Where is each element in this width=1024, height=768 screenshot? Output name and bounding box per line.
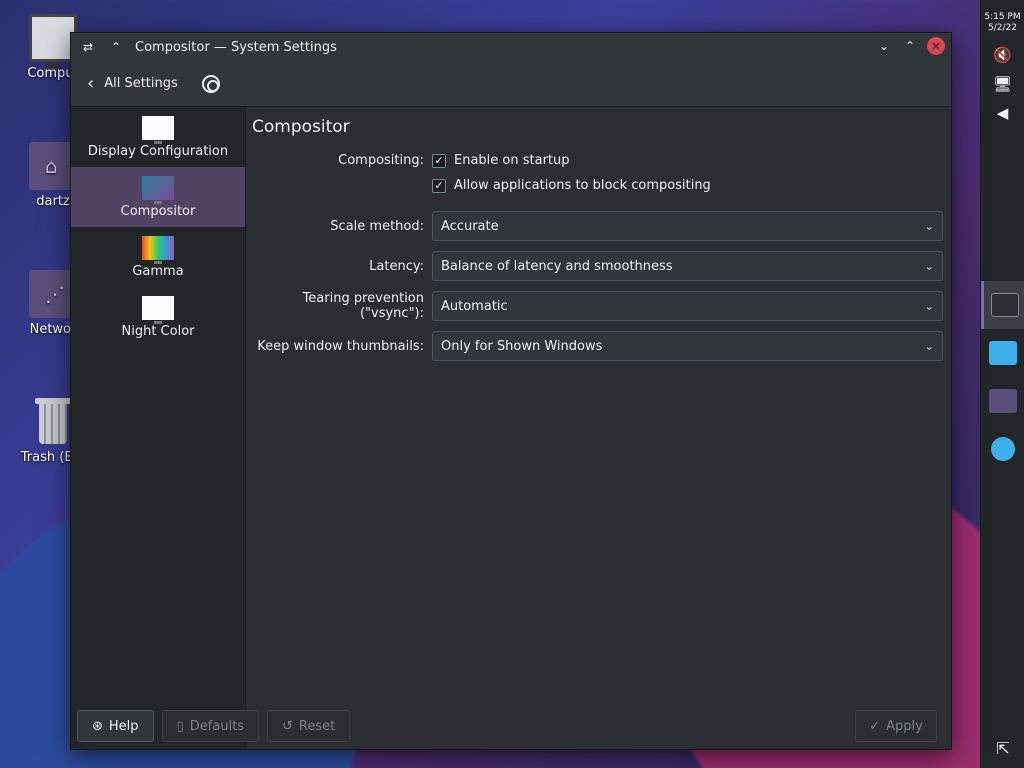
enable-on-startup-checkbox[interactable]: ✓ Enable on startup [432,153,570,168]
help-lifebuoy-icon: ⊛ [92,718,103,734]
enable-on-startup-text: Enable on startup [454,153,570,168]
sidebar-item-label: Night Color [121,323,195,339]
help-button-label: Help [108,718,139,734]
task-file-manager[interactable] [981,377,1024,425]
chevron-down-icon: ⌄ [924,339,934,353]
settings-sidebar: Display Configuration Compositor Gamma N… [71,107,246,749]
clock-time: 5:15 PM [984,12,1021,22]
sidebar-item-display-configuration[interactable]: Display Configuration [71,107,245,167]
night-color-icon [142,295,174,324]
keep-thumbnails-dropdown[interactable]: Only for Shown Windows ⌄ [432,331,943,361]
defaults-button-label: Defaults [189,718,244,734]
chevron-down-icon: ⌄ [924,259,934,273]
allow-block-compositing-text: Allow applications to block compositing [454,178,711,193]
chevron-down-icon: ⌄ [924,219,934,233]
settings-toolbar: ‹ All Settings [71,61,951,107]
panel-options-icon[interactable]: ⇱ [981,739,1024,758]
tearing-prevention-dropdown[interactable]: Automatic ⌄ [432,291,943,321]
defaults-button[interactable]: ▯ Defaults [161,710,259,742]
checkmark-icon: ✓ [432,178,446,193]
checkmark-icon: ✓ [432,153,446,168]
taskbar-panel: 5:15 PM 5/2/22 🔇 🖥 ◀ ⇱ [980,0,1024,768]
sidebar-item-night-color[interactable]: Night Color [71,287,245,347]
volume-muted-icon[interactable]: 🔇 [981,46,1024,75]
compositing-label: Compositing: [338,153,424,168]
help-lifebuoy-icon[interactable] [201,74,220,93]
display-icon [142,115,174,144]
dialog-footer: ⊛ Help ▯ Defaults ↺ Reset ✓ Apply [71,703,951,749]
sidebar-item-label: Display Configuration [87,143,229,159]
sidebar-item-compositor[interactable]: Compositor [71,167,245,227]
back-arrow-icon[interactable]: ‹ [87,73,94,94]
discover-store-icon [989,341,1017,365]
compositor-page: Compositor Compositing: ✓ Enable on star… [246,107,951,749]
folder-icon [989,389,1017,413]
maximize-button[interactable]: ⌃ [901,37,919,55]
task-system-settings[interactable] [981,281,1024,329]
latency-value: Balance of latency and smoothness [441,258,673,274]
scale-method-dropdown[interactable]: Accurate ⌄ [432,211,943,241]
sidebar-item-label: Compositor [120,203,196,219]
reset-button[interactable]: ↺ Reset [266,710,351,742]
keep-thumbnails-label: Keep window thumbnails: [257,338,424,354]
system-tray: 🔇 🖥 ◀ [981,46,1024,133]
minimize-button[interactable]: ⌄ [875,37,893,55]
system-settings-window: ⇄ ⌃ Compositor — System Settings ⌄ ⌃ × ‹… [70,32,952,750]
gamma-icon [142,235,174,264]
network-monitor-icon[interactable]: 🖥 [981,75,1024,104]
sidebar-item-label: Gamma [132,263,184,279]
window-titlebar[interactable]: ⇄ ⌃ Compositor — System Settings ⌄ ⌃ × [71,33,951,61]
task-discover[interactable] [981,329,1024,377]
sidebar-item-gamma[interactable]: Gamma [71,227,245,287]
latency-label: Latency: [369,258,424,274]
tearing-prevention-value: Automatic [441,298,508,314]
close-button[interactable]: × [927,37,945,55]
latency-dropdown[interactable]: Balance of latency and smoothness ⌄ [432,251,943,281]
chevron-down-icon: ⌄ [924,299,934,313]
window-menu-icon[interactable]: ⇄ [79,38,97,56]
compositor-icon [142,175,174,204]
reset-button-label: Reset [298,718,336,734]
digital-clock[interactable]: 5:15 PM 5/2/22 [981,12,1024,34]
keep-thumbnails-value: Only for Shown Windows [441,338,603,354]
page-title: Compositor [252,117,350,137]
clock-date: 5/2/22 [988,23,1017,33]
tearing-prevention-label: Tearing prevention ("vsync"): [302,291,424,321]
task-browser[interactable] [981,425,1024,473]
checkmark-icon: ✓ [869,718,881,734]
keep-above-icon[interactable]: ⌃ [107,38,125,56]
all-settings-link[interactable]: All Settings [104,76,178,91]
document-icon: ▯ [176,718,184,734]
globe-gear-icon [991,437,1015,461]
undo-icon: ↺ [281,718,293,734]
scale-method-value: Accurate [441,218,499,234]
allow-block-compositing-checkbox[interactable]: ✓ Allow applications to block compositin… [432,178,711,193]
tray-expand-icon[interactable]: ◀ [981,104,1024,133]
apply-button[interactable]: ✓ Apply [855,710,937,742]
window-title: Compositor — System Settings [135,39,337,55]
scale-method-label: Scale method: [330,218,424,234]
help-button[interactable]: ⊛ Help [77,710,154,742]
apply-button-label: Apply [886,718,923,734]
system-settings-icon [990,293,1019,317]
